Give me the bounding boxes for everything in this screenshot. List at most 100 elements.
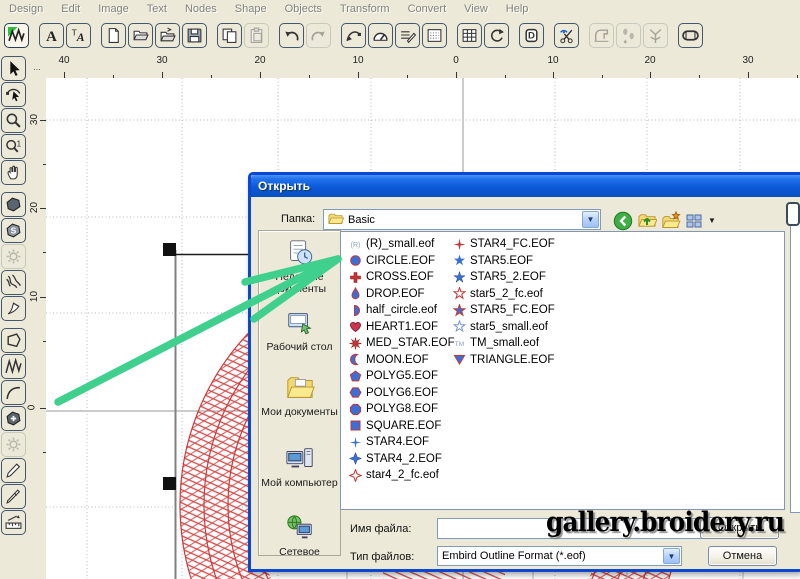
fill-shape-button[interactable] [1, 192, 26, 217]
file-item[interactable]: star4_2_fc.eof [349, 467, 455, 484]
dialog-title-bar[interactable]: Открыть [251, 175, 800, 197]
up-folder-button[interactable] [635, 209, 659, 232]
select-button[interactable] [1, 56, 26, 81]
file-item[interactable]: DROP.EOF [349, 286, 455, 303]
file-item[interactable]: STAR5_2.EOF [453, 269, 555, 286]
pencil-button[interactable] [1, 458, 26, 483]
place-recent-documents[interactable]: Недавние документы [259, 238, 340, 295]
undo-button[interactable] [279, 23, 304, 48]
stitch-edit-button[interactable] [341, 23, 366, 48]
file-item[interactable]: TRIANGLE.EOF [453, 352, 555, 369]
file-item[interactable]: star5_small.eof [453, 319, 555, 336]
dialog-title: Открыть [251, 179, 310, 193]
redraw-button[interactable]: D [519, 23, 544, 48]
file-item[interactable]: STAR5_FC.EOF [453, 302, 555, 319]
zigzag-line-button[interactable] [1, 354, 26, 379]
place-network[interactable]: Сетевое [259, 513, 340, 558]
hoop-button[interactable] [678, 23, 703, 48]
ruler-label: 10 [29, 291, 40, 302]
grid-box-button[interactable] [457, 23, 482, 48]
new-folder-button[interactable] [659, 209, 683, 232]
menu-item-edit[interactable]: Edit [52, 3, 89, 15]
menu-item-design[interactable]: Design [0, 3, 52, 15]
file-item[interactable]: STAR5.EOF [453, 253, 555, 270]
add-shape-button[interactable] [1, 406, 26, 431]
file-item[interactable]: CROSS.EOF [349, 269, 455, 286]
svg-text:A: A [76, 30, 85, 43]
wave-fill-button[interactable] [1, 270, 26, 295]
file-item[interactable]: MED_STAR.EOF [349, 335, 455, 352]
trim-view-button[interactable] [554, 23, 579, 48]
back-button[interactable] [611, 209, 635, 232]
measure-button[interactable] [1, 510, 26, 535]
file-item[interactable]: star5_2_fc.eof [453, 286, 555, 303]
stitch-gauge-button[interactable] [368, 23, 393, 48]
pen-shape-button[interactable] [1, 296, 26, 321]
menu-item-help[interactable]: Help [497, 3, 538, 15]
circle-icon [349, 254, 362, 267]
cancel-button[interactable]: Отмена [708, 546, 777, 566]
file-item[interactable]: TMTM_small.eof [453, 335, 555, 352]
menu-item-nodes[interactable]: Nodes [176, 3, 226, 15]
file-name: HEART1.EOF [366, 321, 438, 333]
place-desktop[interactable]: Рабочий стол [259, 308, 340, 353]
import-file-button[interactable] [155, 23, 180, 48]
lettering-a-button[interactable]: A [39, 23, 64, 48]
curve-line-button[interactable] [1, 380, 26, 405]
file-item[interactable]: CIRCLE.EOF [349, 253, 455, 270]
file-item[interactable]: MOON.EOF [349, 352, 455, 369]
menu-item-view[interactable]: View [455, 3, 497, 15]
place-my-computer[interactable]: Мой компьютер [259, 444, 340, 489]
sew-layers-button[interactable] [395, 23, 420, 48]
file-item[interactable]: SQUARE.EOF [349, 418, 455, 435]
folder-combobox-arrow[interactable]: ▼ [582, 211, 599, 228]
file-name: TM_small.eof [470, 337, 539, 349]
menu-item-transform[interactable]: Transform [331, 3, 399, 15]
new-file-button[interactable] [101, 23, 126, 48]
outline-shape-button[interactable] [1, 328, 26, 353]
views-button[interactable] [683, 209, 707, 232]
copy-button[interactable] [217, 23, 242, 48]
file-item[interactable]: POLYG8.EOF [349, 401, 455, 418]
design-wizard-button[interactable] [4, 23, 29, 48]
filetype-combobox-arrow[interactable]: ▼ [663, 548, 680, 564]
partial-button-cutoff[interactable] [786, 202, 800, 226]
zoom-1-button[interactable]: 1 [1, 134, 26, 159]
menu-item-shape[interactable]: Shape [226, 3, 276, 15]
node-edit-button[interactable] [1, 82, 26, 107]
save-file-button[interactable] [182, 23, 207, 48]
network-icon [285, 513, 315, 543]
menu-item-text[interactable]: Text [138, 3, 176, 15]
file-item[interactable]: STAR4_2.EOF [349, 451, 455, 468]
file-item[interactable]: POLYG6.EOF [349, 385, 455, 402]
pattern-fill-button[interactable] [422, 23, 447, 48]
pan-button[interactable] [1, 160, 26, 185]
folder-combobox[interactable]: Basic ▼ [323, 209, 601, 230]
menu-item-convert[interactable]: Convert [399, 3, 456, 15]
new-folder-icon [661, 211, 681, 231]
file-item[interactable]: STAR4.EOF [349, 434, 455, 451]
fill-s-shape-button[interactable]: S [1, 218, 26, 243]
file-item[interactable]: STAR4_FC.EOF [453, 236, 555, 253]
vertical-ruler: 3020100 [28, 78, 47, 579]
file-item[interactable]: half_circle.eof [349, 302, 455, 319]
file-item[interactable]: HEART1.EOF [349, 319, 455, 336]
zoom-button[interactable] [1, 108, 26, 133]
file-list[interactable]: (R)(R)_small.eofCIRCLE.EOFCROSS.EOFDROP.… [340, 231, 785, 510]
menu-item-image[interactable]: Image [89, 3, 138, 15]
star5-outline-icon [453, 287, 466, 300]
knife-button[interactable] [1, 484, 26, 509]
file-item[interactable]: POLYG5.EOF [349, 368, 455, 385]
file-item[interactable]: (R)(R)_small.eof [349, 236, 455, 253]
ruler-label: 30 [29, 114, 40, 125]
open-file-button[interactable] [128, 23, 153, 48]
place-my-documents[interactable]: Мои документы [259, 373, 340, 418]
selection-handle[interactable] [163, 477, 176, 490]
rotate-button[interactable] [484, 23, 509, 48]
menu-item-objects[interactable]: Objects [276, 3, 331, 15]
views-dropdown-arrow[interactable]: ▼ [708, 216, 716, 225]
selection-handle[interactable] [163, 243, 176, 256]
outline-gear-icon [5, 248, 22, 265]
lettering-ta-button[interactable]: TA [66, 23, 91, 48]
filetype-combobox[interactable]: Embird Outline Format (*.eof) ▼ [437, 546, 682, 566]
